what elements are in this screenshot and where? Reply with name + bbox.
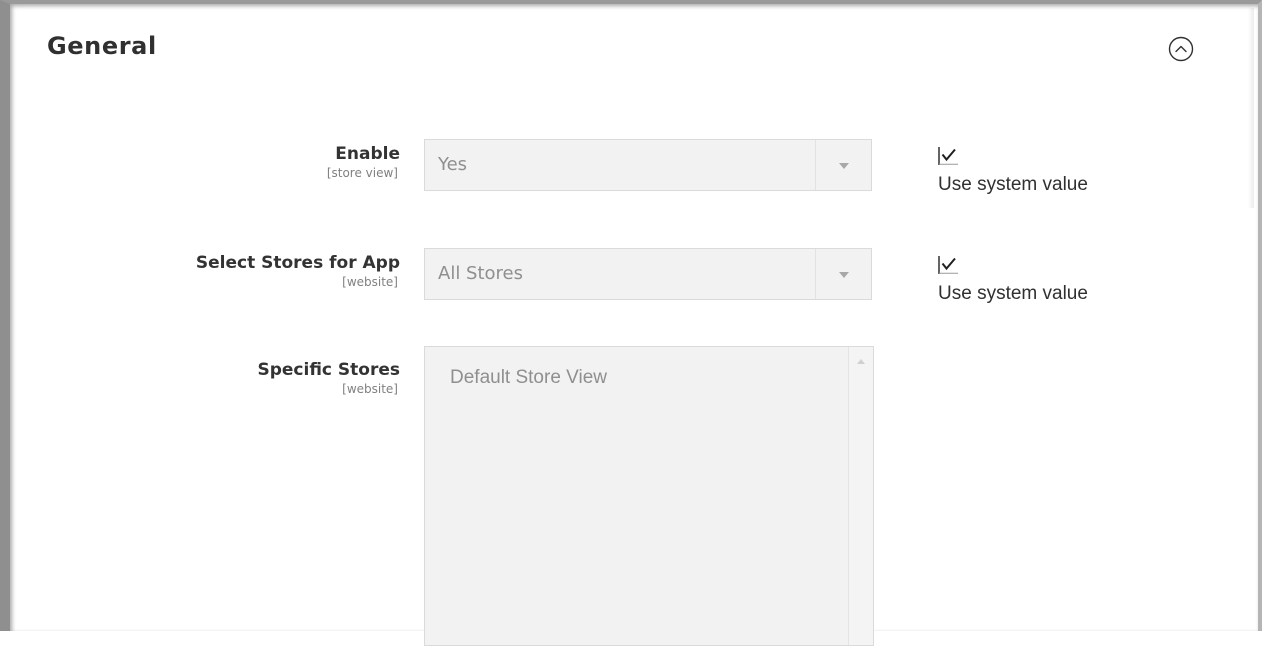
select-stores-select-value: All Stores — [438, 263, 523, 284]
select-stores-scope: [website] — [342, 275, 398, 289]
chevron-up-circle-icon — [1168, 36, 1194, 62]
scroll-up-arrow-icon[interactable] — [857, 359, 865, 364]
section-title: General — [47, 32, 157, 60]
enable-label-group: Enable [store view] — [327, 143, 400, 181]
specific-stores-multiselect[interactable]: Default Store View — [424, 346, 874, 646]
multiselect-option[interactable]: Default Store View — [450, 367, 607, 389]
enable-select-value: Yes — [438, 154, 468, 175]
select-divider — [815, 140, 816, 190]
select-divider — [815, 249, 816, 299]
enable-scope: [store view] — [326, 166, 398, 180]
select-stores-label: Select Stores for App — [195, 253, 400, 273]
multiselect-scrollbar[interactable] — [848, 347, 873, 645]
checkbox-checked-icon — [938, 256, 958, 274]
select-stores-select[interactable]: All Stores — [424, 248, 872, 300]
panel-shadow — [1248, 8, 1254, 208]
enable-use-system-value-label: Use system value — [938, 174, 1088, 195]
specific-stores-label: Specific Stores — [257, 360, 400, 380]
select-stores-label-group: Select Stores for App [website] — [196, 252, 400, 290]
specific-stores-label-group: Specific Stores [website] — [257, 359, 400, 397]
select-stores-use-system-value-label: Use system value — [938, 283, 1088, 304]
dropdown-arrow-icon — [839, 272, 849, 278]
enable-label: Enable — [335, 144, 400, 164]
specific-stores-scope: [website] — [342, 382, 398, 396]
checkbox-checked-icon — [938, 147, 958, 165]
select-stores-use-system-value-checkbox[interactable] — [938, 256, 958, 274]
enable-select[interactable]: Yes — [424, 139, 872, 191]
dropdown-arrow-icon — [839, 163, 849, 169]
collapse-section-button[interactable] — [1168, 36, 1194, 62]
enable-use-system-value-checkbox[interactable] — [938, 147, 958, 165]
